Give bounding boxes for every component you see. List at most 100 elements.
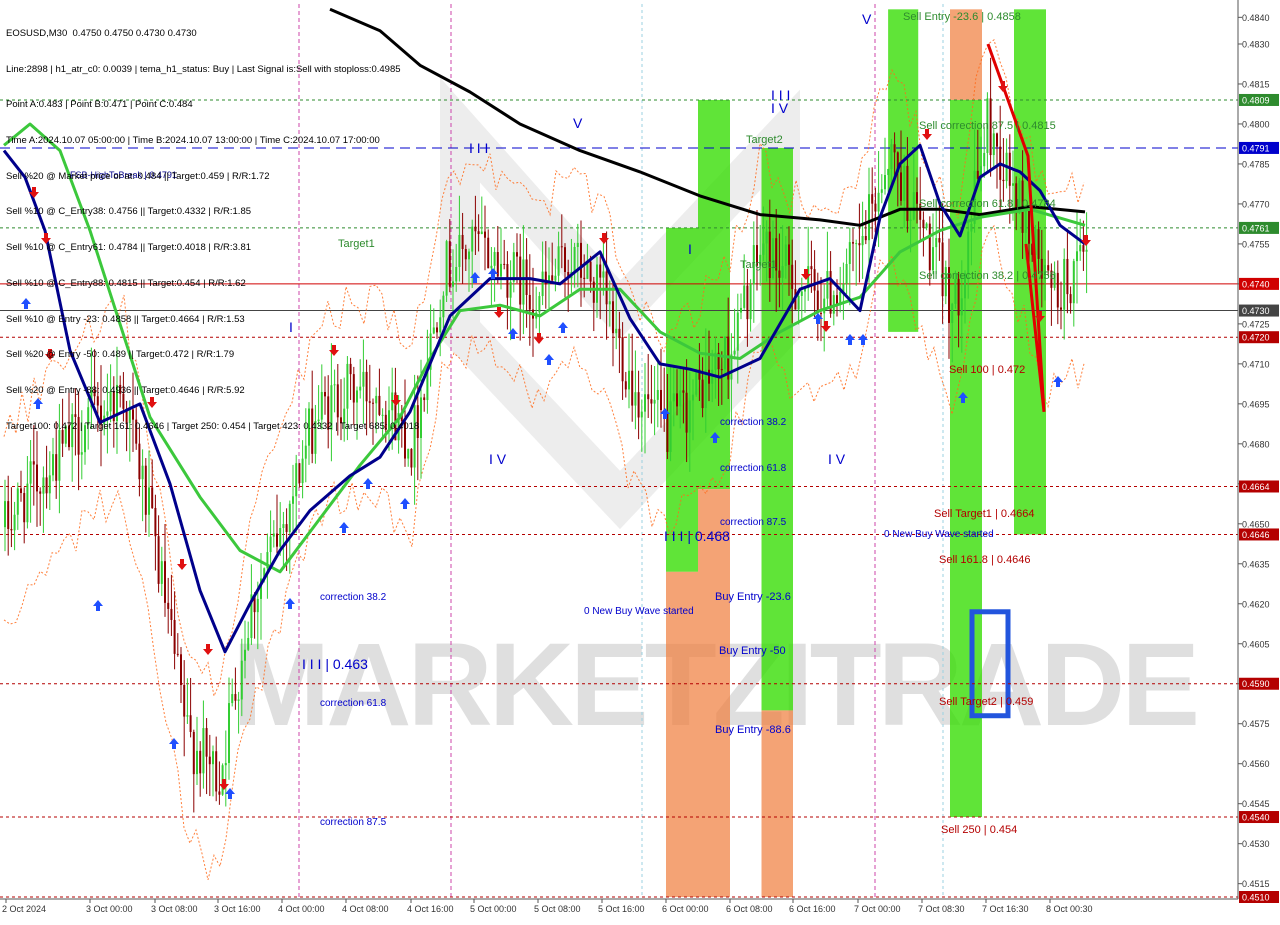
chart-annotation: Buy Entry -50: [719, 645, 786, 657]
price-tag-label: 0.4510: [1242, 893, 1270, 903]
candle-body: [554, 275, 557, 281]
candle-body: [784, 244, 787, 267]
x-tick-label: 6 Oct 00:00: [662, 904, 709, 914]
candle-body: [762, 243, 765, 255]
chart-annotation: correction 61.8: [720, 463, 787, 474]
y-tick-label: 0.4635: [1242, 559, 1270, 569]
buy-arrow-icon: [400, 498, 410, 509]
candle-body: [624, 381, 627, 390]
x-tick-label: 5 Oct 00:00: [470, 904, 517, 914]
info-line: Target100: 0.472 | Target 161: 0.4646 | …: [6, 420, 420, 432]
candle-body: [871, 194, 874, 204]
candle-body: [196, 750, 198, 775]
chart-annotation: I I I | 0.468: [664, 528, 730, 544]
candle-body: [576, 242, 579, 247]
y-tick-label: 0.4755: [1242, 239, 1270, 249]
candle-body: [176, 653, 179, 655]
candle-body: [848, 242, 851, 264]
candle-body: [189, 715, 192, 732]
candle-body: [141, 465, 144, 480]
candle-body: [682, 390, 685, 393]
candle-body: [660, 389, 662, 411]
candle-body: [26, 483, 29, 523]
candle-body: [864, 235, 867, 241]
y-tick-label: 0.4710: [1242, 359, 1270, 369]
price-tag-label: 0.4791: [1242, 143, 1270, 153]
x-tick-label: 7 Oct 08:30: [918, 904, 965, 914]
candle-body: [1037, 229, 1040, 259]
candle-body: [496, 252, 499, 277]
chart-annotation: I V: [771, 100, 789, 116]
candle-body: [564, 247, 566, 272]
sell-arrow-icon: [534, 333, 544, 344]
candle-body: [301, 458, 304, 484]
price-tag-label: 0.4590: [1242, 679, 1270, 689]
buy-arrow-icon: [169, 738, 179, 749]
candle-body: [765, 231, 768, 244]
candle-body: [212, 751, 214, 765]
green-zone: [698, 99, 730, 490]
candle-body: [160, 561, 163, 584]
chart-annotation: Sell Target2 | 0.459: [939, 696, 1033, 708]
buy-arrow-icon: [858, 334, 868, 345]
candle-body: [285, 524, 288, 533]
candle-body: [900, 172, 902, 201]
candle-body: [167, 602, 170, 609]
chart-annotation: Sell 100 | 0.472: [949, 364, 1025, 376]
chart-annotation: I: [688, 241, 692, 257]
candle-body: [269, 536, 272, 553]
candle-body: [602, 271, 605, 278]
candle-body: [676, 393, 678, 407]
x-tick-label: 7 Oct 00:00: [854, 904, 901, 914]
y-tick-label: 0.4840: [1242, 13, 1270, 23]
sell-arrow-icon: [998, 81, 1008, 92]
buy-arrow-icon: [339, 522, 349, 533]
orange-zone: [698, 489, 730, 897]
candle-body: [637, 392, 640, 418]
chart-annotation: Sell correction 87.5 | 0.4815: [919, 120, 1056, 132]
info-line: Point A:0.483 | Point B:0.471 | Point C:…: [6, 99, 193, 111]
candle-body: [234, 694, 237, 701]
chart-annotation: Sell Entry -23.6 | 0.4858: [903, 11, 1021, 23]
candle-body: [1069, 294, 1072, 304]
candle-body: [874, 203, 877, 212]
candle-body: [823, 298, 826, 314]
candle-body: [551, 275, 554, 281]
x-tick-label: 2 Oct 2024: [2, 904, 46, 914]
candle-body: [688, 400, 691, 433]
candle-body: [826, 271, 829, 299]
candle-body: [573, 246, 576, 272]
candle-body: [468, 251, 470, 260]
chart-annotation: correction 38.2: [320, 592, 387, 603]
candle-body: [983, 152, 986, 167]
orange-zone: [666, 571, 698, 897]
chart-annotation: Sell correction 61.8 | 0.4784: [919, 198, 1056, 210]
candle-body: [474, 226, 477, 232]
candle-body: [650, 399, 653, 404]
price-tag-label: 0.4540: [1242, 813, 1270, 823]
candle-body: [893, 144, 896, 153]
chart-annotation: Buy Entry -88.6: [715, 724, 791, 736]
candle-body: [256, 598, 259, 613]
chart-annotation: 0 New Buy Wave started: [884, 529, 994, 540]
y-tick-label: 0.4725: [1242, 319, 1270, 329]
chart-annotation: I I I | 0.463: [302, 656, 368, 672]
candle-body: [13, 514, 16, 531]
candle-body: [669, 401, 672, 452]
info-line: EOSUSD,M30 0.4750 0.4750 0.4730 0.4730: [6, 27, 197, 39]
sell-arrow-icon: [599, 233, 609, 244]
candle-body: [541, 271, 544, 297]
candle-body: [884, 175, 886, 190]
candle-body: [1063, 258, 1066, 310]
candle-body: [436, 327, 438, 333]
candle-body: [631, 370, 634, 406]
x-tick-label: 5 Oct 16:00: [598, 904, 645, 914]
candle-body: [208, 756, 211, 765]
candle-body: [1066, 258, 1069, 295]
sell-arrow-icon: [219, 779, 229, 790]
y-tick-label: 0.4680: [1242, 439, 1270, 449]
x-tick-label: 3 Oct 16:00: [214, 904, 261, 914]
buy-arrow-icon: [285, 598, 295, 609]
candle-body: [810, 266, 813, 270]
x-tick-label: 4 Oct 00:00: [278, 904, 325, 914]
